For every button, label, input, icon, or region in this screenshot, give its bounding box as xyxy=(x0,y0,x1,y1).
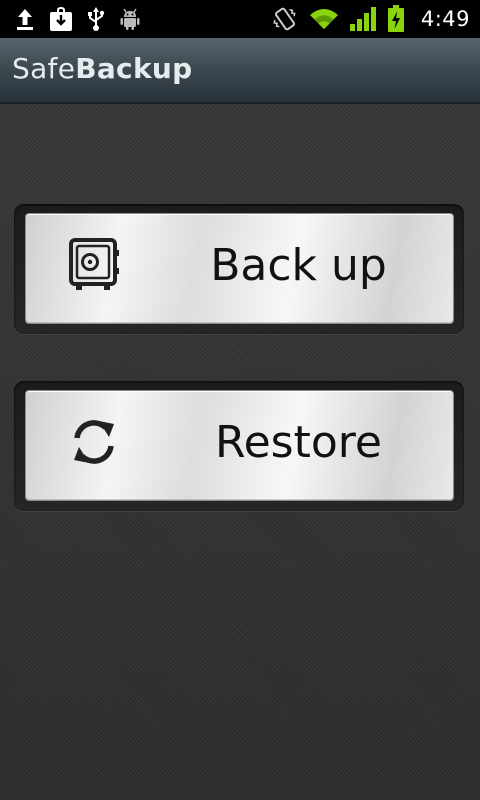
restore-button-frame: Restore xyxy=(14,381,464,511)
title-bar: SafeBackup xyxy=(0,38,480,104)
wifi-icon xyxy=(309,7,339,31)
status-clock: 4:49 xyxy=(420,7,470,31)
backup-button[interactable]: Back up xyxy=(25,213,454,324)
signal-icon xyxy=(349,6,377,32)
restore-button-label: Restore xyxy=(215,417,382,468)
system-icons: 4:49 xyxy=(271,5,470,33)
android-debug-icon xyxy=(118,7,142,31)
backup-button-label: Back up xyxy=(210,240,387,291)
usb-icon xyxy=(86,6,106,32)
vibrate-icon xyxy=(271,5,299,33)
upload-icon xyxy=(14,7,36,31)
battery-charging-icon xyxy=(387,5,405,33)
notification-icons xyxy=(14,5,142,33)
app-title-regular: Safe xyxy=(12,52,76,85)
app-title-bold: Backup xyxy=(75,52,193,85)
backup-button-frame: Back up xyxy=(14,204,464,334)
restore-button[interactable]: Restore xyxy=(25,390,454,501)
status-bar: 4:49 xyxy=(0,0,480,38)
download-icon xyxy=(48,6,74,32)
safe-vault-icon xyxy=(68,237,120,293)
sync-arrows-icon xyxy=(68,414,120,470)
app-title: SafeBackup xyxy=(12,52,192,85)
